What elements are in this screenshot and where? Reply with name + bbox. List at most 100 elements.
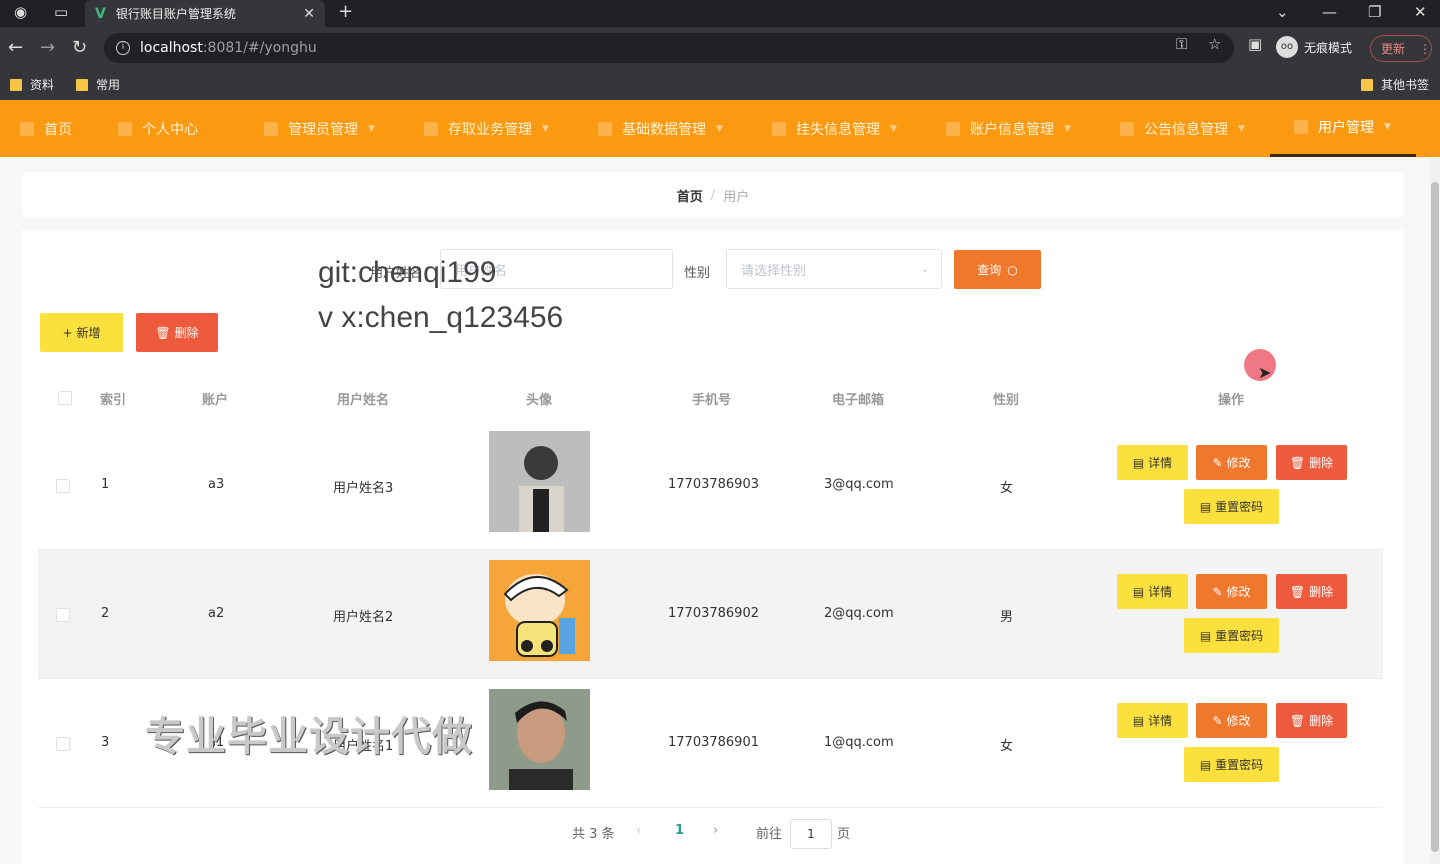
nav-item-notice[interactable]: 公告信息管理 ▼: [1120, 100, 1245, 157]
incognito-profile[interactable]: oo 无痕模式: [1276, 36, 1352, 58]
browser-tabbar: ◉ ▭ V 银行账目账户管理系统 ✕ + ⌄ — ❐ ✕: [0, 0, 1440, 27]
nav-item-account[interactable]: 账户信息管理 ▼: [946, 100, 1071, 157]
delete-button[interactable]: 🗑 删除: [1276, 445, 1347, 480]
edit-button[interactable]: ✎ 修改: [1196, 445, 1267, 480]
sidepanel-icon[interactable]: ▣: [1248, 35, 1262, 53]
browser-tab[interactable]: V 银行账目账户管理系统 ✕: [85, 0, 325, 27]
query-button[interactable]: 查询 ○: [954, 250, 1041, 289]
breadcrumb-home[interactable]: 首页: [677, 186, 703, 205]
update-button[interactable]: 更新 ⋮: [1370, 35, 1432, 62]
info-icon[interactable]: i: [116, 41, 130, 55]
delete-label: 删除: [174, 326, 199, 340]
nav-item-basic-data[interactable]: 基础数据管理 ▼: [598, 100, 723, 157]
reset-password-button[interactable]: ▤ 重置密码: [1184, 489, 1279, 524]
nav-item-deposit[interactable]: 存取业务管理 ▼: [424, 100, 549, 157]
folder-icon: [76, 78, 88, 91]
row-checkbox[interactable]: [56, 608, 70, 622]
prev-page-icon[interactable]: ‹: [636, 823, 641, 838]
cell-index: 3: [101, 735, 110, 750]
header-email: 电子邮箱: [832, 393, 885, 408]
nav-item-users[interactable]: 用户管理 ▼: [1270, 100, 1416, 157]
chevron-down-icon: ▼: [890, 123, 897, 134]
nav-label: 首页: [44, 121, 72, 138]
scrollbar-thumb[interactable]: [1431, 182, 1439, 852]
reset-password-button[interactable]: ▤ 重置密码: [1184, 747, 1279, 782]
cursor-arrow-icon: ➤: [1258, 363, 1272, 382]
nav-label: 挂失信息管理: [796, 121, 880, 138]
cell-phone: 17703786903: [668, 477, 759, 492]
cell-email: 3@qq.com: [824, 477, 894, 492]
chevron-down-icon: ▼: [1238, 123, 1245, 134]
breadcrumb-separator: /: [710, 187, 716, 203]
batch-delete-button[interactable]: 🗑 删除: [136, 313, 218, 352]
add-button[interactable]: + 新增: [40, 313, 123, 352]
forward-icon[interactable]: →: [40, 37, 55, 58]
incognito-icon: oo: [1276, 36, 1298, 58]
cell-phone: 17703786901: [668, 735, 759, 750]
trash-icon: 🗑: [1289, 713, 1306, 728]
bookmark-folder[interactable]: 常用: [76, 76, 120, 93]
detail-button[interactable]: ▤ 详情: [1117, 703, 1188, 738]
other-bookmarks[interactable]: 其他书签: [1361, 76, 1429, 93]
delete-button[interactable]: 🗑 删除: [1276, 703, 1347, 738]
star-icon[interactable]: ☆: [1208, 35, 1221, 53]
gender-select[interactable]: 请选择性别 ⌄: [726, 249, 942, 289]
reset-password-button[interactable]: ▤ 重置密码: [1184, 618, 1279, 653]
key-icon[interactable]: ⚿: [1176, 35, 1187, 53]
delete-label: 删除: [1309, 585, 1334, 599]
query-label: 查询: [977, 263, 1002, 277]
admin-icon: [264, 121, 278, 136]
select-all-checkbox[interactable]: [58, 391, 72, 405]
browser-icon[interactable]: ◉: [14, 3, 27, 21]
header-index: 索引: [100, 393, 127, 408]
edit-label: 修改: [1226, 585, 1251, 599]
nav-item-home[interactable]: 首页: [20, 100, 72, 157]
nav-label: 存取业务管理: [448, 121, 532, 138]
edit-button[interactable]: ✎ 修改: [1196, 574, 1267, 609]
avatar: [489, 560, 590, 661]
nav-item-admin[interactable]: 管理员管理 ▼: [264, 100, 375, 157]
delete-label: 删除: [1309, 456, 1334, 470]
page-suffix: 页: [837, 827, 851, 842]
restore-icon[interactable]: ❐: [1368, 3, 1381, 21]
doc-icon: ▤: [1132, 584, 1145, 599]
back-icon[interactable]: ←: [8, 37, 23, 58]
tab-search-icon[interactable]: ⌄: [1276, 3, 1289, 21]
nav-item-profile[interactable]: 个人中心: [118, 100, 198, 157]
detail-button[interactable]: ▤ 详情: [1117, 574, 1188, 609]
delete-button[interactable]: 🗑 删除: [1276, 574, 1347, 609]
cell-gender: 女: [1000, 481, 1014, 496]
doc-icon: ▤: [1199, 499, 1212, 514]
add-label: 新增: [76, 326, 101, 340]
goto-page-input[interactable]: 1: [790, 819, 832, 849]
top-nav: 首页 个人中心 管理员管理 ▼ 存取业务管理 ▼ 基础数据管理 ▼ 挂失信息管理 ▼ 账…: [0, 100, 1440, 157]
close-window-icon[interactable]: ✕: [1414, 3, 1427, 21]
window-icon[interactable]: ▭: [54, 3, 68, 21]
new-tab-icon[interactable]: +: [338, 1, 353, 22]
nav-item-loss[interactable]: 挂失信息管理 ▼: [772, 100, 897, 157]
minimize-icon[interactable]: —: [1322, 3, 1337, 21]
avatar: [489, 431, 590, 532]
row-checkbox[interactable]: [56, 479, 70, 493]
home-icon: [20, 121, 34, 136]
edit-button[interactable]: ✎ 修改: [1196, 703, 1267, 738]
reload-icon[interactable]: ↻: [72, 37, 87, 58]
scrollbar[interactable]: [1430, 157, 1440, 864]
cell-gender: 女: [1000, 739, 1014, 754]
detail-label: 详情: [1148, 585, 1173, 599]
detail-button[interactable]: ▤ 详情: [1117, 445, 1188, 480]
cell-account: a2: [208, 606, 225, 621]
bookmark-folder[interactable]: 资料: [10, 76, 54, 93]
tab-close-icon[interactable]: ✕: [303, 6, 315, 22]
next-page-icon[interactable]: ›: [713, 823, 718, 838]
row-checkbox[interactable]: [56, 737, 70, 751]
chevron-down-icon: ⌄: [920, 263, 929, 275]
folder-icon: [1361, 78, 1373, 91]
cell-email: 1@qq.com: [824, 735, 894, 750]
page-number[interactable]: 1: [675, 823, 684, 838]
table-header: 索引 账户 用户姓名 头像 手机号 电子邮箱 性别 操作: [38, 376, 1383, 421]
url-input[interactable]: i localhost:8081/#/yonghu: [104, 33, 1234, 63]
gender-placeholder: 请选择性别: [741, 263, 807, 279]
goto-label: 前往: [756, 827, 783, 842]
pencil-icon: ✎: [1212, 584, 1223, 599]
